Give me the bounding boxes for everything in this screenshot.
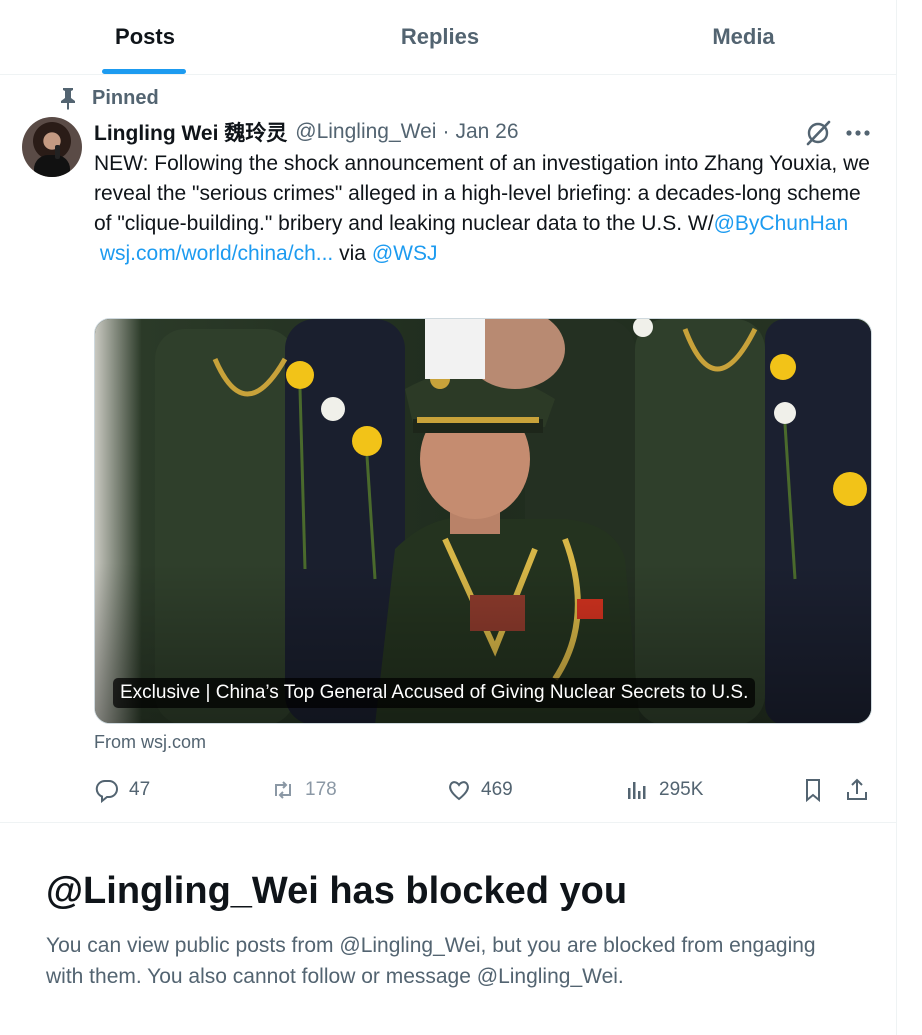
via-text: via (339, 242, 366, 265)
coauthor-mention[interactable]: @ByChunHan (714, 212, 849, 235)
tweet-actions: 47 178 469 295K (94, 772, 879, 808)
tweet-header: Lingling Wei 魏玲灵 @Lingling_Wei · Jan 26 (94, 117, 519, 147)
page-edge-divider (896, 0, 922, 1035)
reply-count: 47 (129, 779, 151, 800)
profile-tabs: Posts Replies Media (0, 0, 897, 75)
like-button[interactable]: 469 (446, 772, 513, 808)
profile-timeline: Posts Replies Media Pinned Lingling Wei … (0, 0, 922, 1035)
avatar[interactable] (22, 117, 82, 177)
tab-media[interactable]: Media (590, 0, 897, 74)
header-separator: · (442, 120, 450, 143)
share-button[interactable] (844, 772, 870, 808)
views-button[interactable]: 295K (624, 772, 703, 808)
link-card-image[interactable]: Exclusive | China’s Top General Accused … (94, 318, 872, 724)
card-title: Exclusive | China’s Top General Accused … (113, 678, 756, 708)
views-icon (628, 782, 646, 799)
tab-posts-label: Posts (115, 24, 175, 49)
heart-icon (449, 781, 469, 801)
repost-button[interactable]: 178 (270, 772, 337, 808)
like-count: 469 (481, 779, 513, 800)
more-icon[interactable] (843, 118, 873, 148)
repost-count: 178 (305, 779, 337, 800)
bookmark-icon (806, 779, 820, 803)
tab-posts[interactable]: Posts (0, 0, 290, 74)
blocked-title: @Lingling_Wei has blocked you (46, 870, 628, 912)
blocked-message: You can view public posts from @Lingling… (46, 934, 816, 988)
reply-button[interactable]: 47 (94, 772, 150, 808)
view-count: 295K (659, 779, 704, 800)
pinned-indicator: Pinned (58, 86, 159, 110)
author-name[interactable]: Lingling Wei 魏玲灵 (94, 117, 287, 147)
tab-replies[interactable]: Replies (290, 0, 590, 74)
avatar-microphone (55, 145, 60, 159)
author-handle[interactable]: @Lingling_Wei (295, 120, 436, 144)
active-tab-indicator (102, 69, 186, 74)
bookmark-button[interactable] (800, 772, 826, 808)
reply-icon (95, 779, 118, 803)
pinned-label: Pinned (92, 86, 159, 109)
tab-media-label: Media (712, 24, 775, 49)
pin-icon (61, 88, 75, 110)
section-divider (0, 822, 897, 823)
repost-icon (275, 781, 291, 799)
card-source[interactable]: From wsj.com (94, 732, 206, 753)
tweet-text: NEW: Following the shock announcement of… (94, 149, 879, 269)
share-icon (847, 778, 867, 800)
card-photo (95, 319, 871, 723)
tweet-date[interactable]: Jan 26 (455, 120, 518, 144)
tweet-link-line: wsj.com/world/china/ch... via @WSJ (94, 239, 879, 269)
tab-replies-label: Replies (400, 24, 480, 49)
source-mention[interactable]: @WSJ (372, 242, 438, 265)
grok-icon[interactable] (803, 118, 833, 148)
article-link[interactable]: wsj.com/world/china/ch... (100, 242, 333, 265)
avatar-shirt (34, 155, 70, 177)
